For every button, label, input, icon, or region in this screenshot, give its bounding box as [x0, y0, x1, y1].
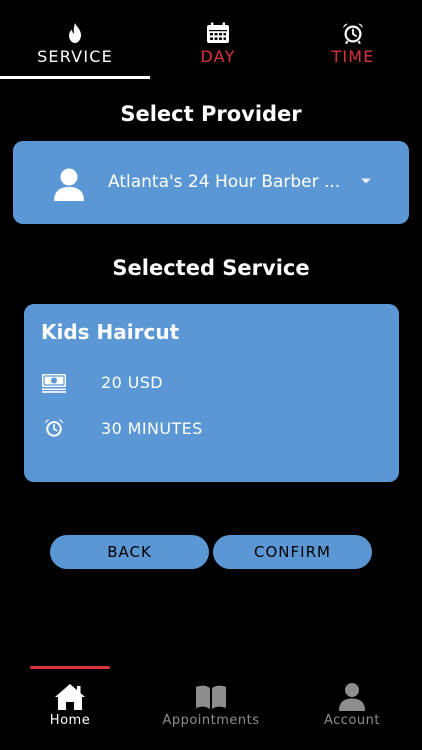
alarm-clock-icon [44, 419, 64, 437]
provider-dropdown[interactable]: Atlanta's 24 Hour Barber ... [13, 141, 409, 224]
calendar-icon [207, 22, 229, 43]
tab-service-label: SERVICE [37, 47, 113, 66]
booking-steps-tabs: SERVICE DAY TIME [0, 0, 422, 80]
tab-service[interactable]: SERVICE [0, 0, 150, 80]
service-duration: 30 MINUTES [101, 419, 203, 438]
book-icon [196, 685, 226, 709]
service-price: 20 USD [101, 373, 164, 392]
nav-item-appointments[interactable]: Appointments [141, 680, 281, 740]
nav-home-label: Home [49, 713, 91, 728]
selected-service-heading: Selected Service [112, 256, 310, 280]
nav-appointments-label: Appointments [162, 713, 260, 728]
alarm-clock-icon [343, 23, 363, 44]
home-icon [55, 684, 85, 710]
tab-day-label: DAY [200, 47, 236, 66]
money-icon [42, 374, 66, 393]
person-icon [54, 168, 84, 201]
confirm-button[interactable]: CONFIRM [213, 535, 372, 569]
tab-time-label: TIME [331, 47, 375, 66]
nav-item-account[interactable]: Account [282, 680, 422, 740]
back-button[interactable]: BACK [50, 535, 209, 569]
tab-time[interactable]: TIME [278, 0, 422, 80]
service-name: Kids Haircut [41, 320, 180, 344]
nav-item-home[interactable]: Home [0, 680, 140, 740]
tab-day[interactable]: DAY [143, 0, 293, 80]
select-provider-heading: Select Provider [120, 102, 302, 126]
active-nav-indicator [30, 666, 110, 669]
chevron-down-icon [361, 178, 371, 184]
selected-provider-name: Atlanta's 24 Hour Barber ... [108, 172, 341, 192]
selected-service-card: Kids Haircut 20 USD 30 MINUTES [24, 304, 399, 482]
flame-icon [69, 23, 81, 43]
nav-account-label: Account [324, 713, 380, 728]
active-tab-indicator [0, 76, 150, 79]
account-icon [339, 683, 365, 711]
